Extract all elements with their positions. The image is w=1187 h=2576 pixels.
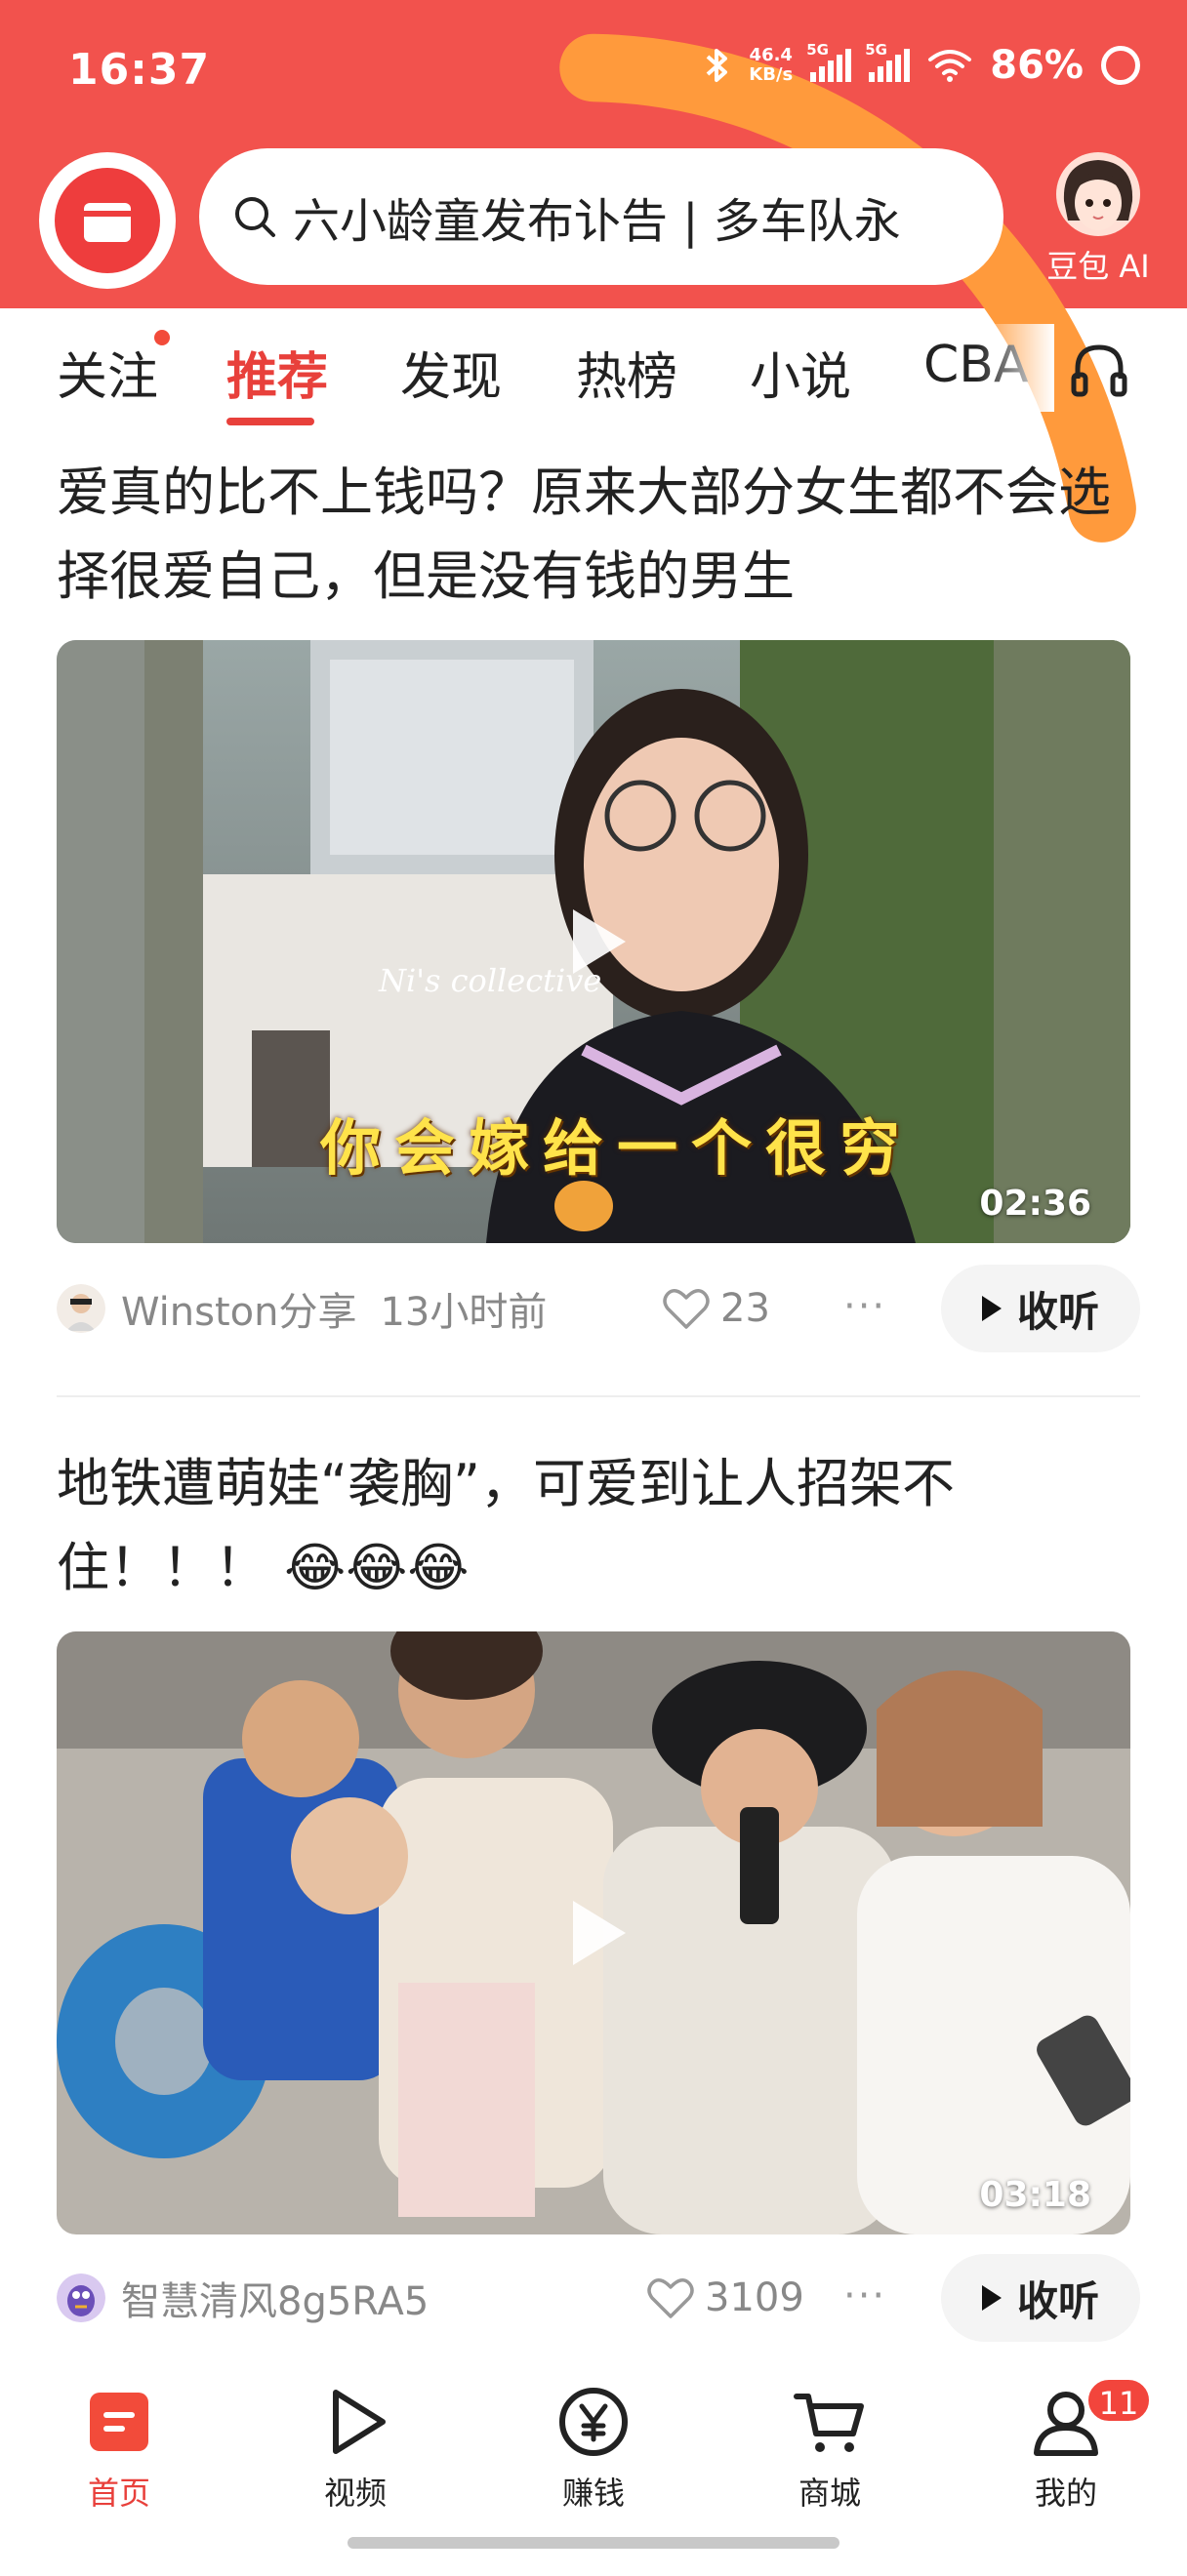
like-button[interactable]: 3109	[646, 2275, 804, 2320]
battery-icon	[1101, 46, 1140, 85]
status-icons: 46.4 KB/s 5G 5G 86%	[704, 41, 1140, 88]
video-play-icon	[333, 2390, 386, 2454]
publish-time: 13小时前	[380, 1290, 548, 1335]
headphone-icon[interactable]	[1068, 338, 1130, 400]
status-bar: 16:37 46.4 KB/s 5G 5G 86%	[0, 0, 1187, 146]
toutiao-logo-icon	[55, 168, 160, 273]
signal-sim2-icon: 5G	[865, 41, 911, 82]
video-caption: 你会嫁给一个很穷	[320, 1112, 915, 1184]
app-logo[interactable]	[39, 152, 176, 289]
divider	[57, 1395, 1140, 1397]
author-name[interactable]: Winston分享	[121, 1280, 356, 1337]
tab-novel[interactable]: 小说	[750, 336, 851, 409]
listen-button[interactable]: 收听	[941, 2254, 1140, 2342]
play-icon[interactable]	[550, 898, 637, 986]
more-options-icon[interactable]: ···	[843, 2274, 886, 2318]
like-count: 23	[720, 1286, 770, 1331]
nav-video[interactable]: 视频	[277, 2383, 433, 2514]
cart-icon	[794, 2394, 864, 2452]
home-icon	[90, 2393, 148, 2451]
author-name[interactable]: 智慧清风8g5RA5	[121, 2270, 429, 2326]
search-hint-text: 六小龄童发布讣告 | 多车队永	[293, 194, 901, 249]
doubao-avatar-icon	[1056, 152, 1140, 236]
author-avatar[interactable]	[57, 1284, 105, 1333]
search-icon	[235, 197, 275, 237]
like-count: 3109	[705, 2275, 804, 2320]
bluetooth-icon	[706, 49, 728, 82]
nav-mall[interactable]: 商城	[752, 2383, 908, 2514]
card-meta: 智慧清风8g5RA5 3109 ··· 收听	[57, 2254, 1140, 2342]
card-meta: Winston分享 13小时前 23 ··· 收听	[57, 1265, 1140, 1352]
card-title[interactable]: 地铁遭萌娃“袭胸”，可爱到让人招架不住！！！ 😂😂😂	[57, 1442, 1140, 1610]
doubao-label: 豆包 AI	[1046, 248, 1150, 285]
status-time: 16:37	[68, 45, 211, 95]
video-thumbnail[interactable]: Ni's collective 你会嫁给一个很穷 02:36	[57, 640, 1130, 1243]
play-small-icon	[981, 2285, 1002, 2311]
home-indicator[interactable]	[348, 2537, 839, 2549]
play-small-icon	[981, 1296, 1002, 1321]
video-duration: 02:36	[979, 1184, 1091, 1224]
doubao-ai-button[interactable]: 豆包 AI	[1035, 152, 1162, 287]
more-options-icon[interactable]: ···	[843, 1284, 886, 1329]
author-avatar[interactable]	[57, 2274, 105, 2322]
listen-label: 收听	[1016, 2276, 1099, 2325]
video-duration: 03:18	[979, 2175, 1091, 2215]
tab-follow[interactable]: 关注	[57, 330, 171, 409]
signal-sim1-icon: 5G	[806, 41, 852, 82]
unread-dot	[154, 330, 171, 345]
net-speed: 46.4 KB/s	[749, 45, 794, 85]
listen-label: 收听	[1016, 1287, 1099, 1336]
active-tab-indicator	[226, 418, 314, 425]
tab-hot-list[interactable]: 热榜	[576, 336, 677, 409]
battery-level: 86%	[990, 43, 1084, 88]
video-thumbnail[interactable]: 03:18	[57, 1631, 1130, 2234]
like-button[interactable]: 23	[662, 1286, 770, 1331]
tabs-fade	[976, 324, 1054, 412]
heart-icon	[663, 1289, 710, 1329]
play-icon[interactable]	[550, 1889, 637, 1977]
listen-button[interactable]: 收听	[941, 1265, 1140, 1352]
nav-home[interactable]: 首页	[41, 2383, 197, 2514]
card-title[interactable]: 爱真的比不上钱吗？原来大部分女生都不会选择很爱自己，但是没有钱的男生	[57, 451, 1140, 619]
wifi-icon	[928, 50, 972, 82]
tab-discover[interactable]: 发现	[400, 336, 502, 409]
yuan-coin-icon	[559, 2388, 628, 2456]
heart-icon	[647, 2278, 694, 2318]
tab-recommend[interactable]: 推荐	[226, 336, 328, 409]
nav-earn[interactable]: 赚钱	[515, 2383, 672, 2514]
notification-badge: 11	[1085, 2377, 1152, 2424]
header: 16:37 46.4 KB/s 5G 5G 86% 六小龄童发布讣告 | 多车队…	[0, 0, 1187, 543]
search-bar[interactable]: 六小龄童发布讣告 | 多车队永	[199, 148, 1003, 285]
